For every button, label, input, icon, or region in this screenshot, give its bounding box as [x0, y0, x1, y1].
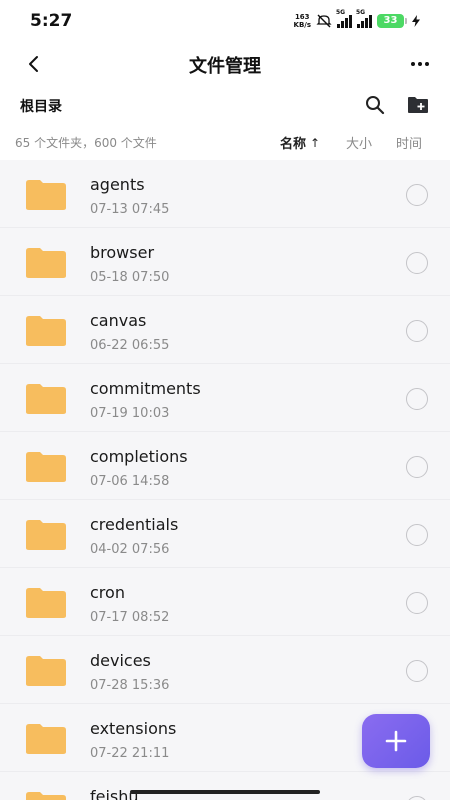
select-checkbox[interactable] — [406, 184, 428, 206]
file-date: 07-13 07:45 — [90, 202, 170, 217]
folder-icon — [26, 452, 66, 482]
file-row[interactable]: cron 07-17 08:52 — [0, 568, 450, 636]
file-date: 07-22 21:11 — [90, 746, 170, 761]
folder-icon — [26, 656, 66, 686]
signal-icon-sim1: 5G — [336, 9, 352, 28]
select-checkbox[interactable] — [406, 592, 428, 614]
home-indicator[interactable] — [130, 790, 320, 794]
folder-icon — [26, 384, 66, 414]
file-row[interactable]: browser 05-18 07:50 — [0, 228, 450, 296]
file-name: commitments — [90, 379, 201, 398]
battery-icon: 33 — [377, 14, 407, 28]
file-row[interactable]: devices 07-28 15:36 — [0, 636, 450, 704]
select-checkbox[interactable] — [406, 524, 428, 546]
page-title: 文件管理 — [189, 56, 261, 77]
file-name: devices — [90, 651, 151, 670]
mute-icon — [316, 14, 332, 28]
sort-ascending-icon: ↑ — [310, 135, 321, 150]
status-time: 5:27 — [30, 11, 73, 31]
breadcrumb[interactable]: 根目录 — [20, 96, 62, 116]
select-checkbox[interactable] — [406, 388, 428, 410]
file-row[interactable]: commitments 07-19 10:03 — [0, 364, 450, 432]
status-icons: 163 KB/s 5G 5G 33 — [293, 9, 420, 32]
signal-icon-sim2: 5G — [356, 9, 372, 28]
info-bar: 65 个文件夹，600 个文件 名称 ↑ 大小 时间 — [0, 126, 450, 160]
folder-icon — [26, 724, 66, 754]
more-options-icon[interactable] — [408, 56, 432, 72]
file-name: cron — [90, 583, 125, 602]
file-date: 06-22 06:55 — [90, 338, 170, 353]
add-button[interactable] — [362, 714, 430, 768]
file-name: agents — [90, 175, 145, 194]
charging-icon — [412, 15, 420, 27]
select-checkbox[interactable] — [406, 456, 428, 478]
select-checkbox[interactable] — [406, 796, 428, 800]
file-row[interactable]: completions 07-06 14:58 — [0, 432, 450, 500]
sort-by-size-button[interactable]: 大小 — [346, 133, 372, 152]
folder-icon — [26, 792, 66, 800]
status-bar: 5:27 163 KB/s 5G 5G 33 — [0, 0, 450, 42]
file-name: browser — [90, 243, 155, 262]
plus-icon — [385, 730, 407, 752]
folder-icon — [26, 316, 66, 346]
folder-icon — [26, 520, 66, 550]
new-folder-icon[interactable] — [406, 94, 430, 116]
path-bar: 根目录 — [0, 86, 450, 126]
file-name: credentials — [90, 515, 179, 534]
item-count: 65 个文件夹，600 个文件 — [15, 136, 157, 150]
network-speed: 163 KB/s — [293, 13, 311, 29]
sort-by-name-button[interactable]: 名称 ↑ — [280, 133, 321, 153]
file-date: 07-28 15:36 — [90, 678, 170, 693]
file-row[interactable]: feishu — [0, 772, 450, 800]
search-icon[interactable] — [364, 94, 386, 116]
file-row[interactable]: agents 07-13 07:45 — [0, 160, 450, 228]
file-date: 07-06 14:58 — [90, 474, 170, 489]
file-date: 04-02 07:56 — [90, 542, 170, 557]
folder-icon — [26, 248, 66, 278]
file-date: 07-19 10:03 — [90, 406, 170, 421]
file-name: completions — [90, 447, 188, 466]
nav-bar: 文件管理 — [0, 42, 450, 86]
file-name: canvas — [90, 311, 147, 330]
select-checkbox[interactable] — [406, 252, 428, 274]
folder-icon — [26, 588, 66, 618]
folder-icon — [26, 180, 66, 210]
file-list: agents 07-13 07:45 browser 05-18 07:50 c… — [0, 160, 450, 800]
select-checkbox[interactable] — [406, 660, 428, 682]
file-name: extensions — [90, 719, 177, 738]
file-date: 07-17 08:52 — [90, 610, 170, 625]
sort-by-time-button[interactable]: 时间 — [396, 133, 422, 152]
file-row[interactable]: canvas 06-22 06:55 — [0, 296, 450, 364]
file-row[interactable]: credentials 04-02 07:56 — [0, 500, 450, 568]
file-date: 05-18 07:50 — [90, 270, 170, 285]
select-checkbox[interactable] — [406, 320, 428, 342]
